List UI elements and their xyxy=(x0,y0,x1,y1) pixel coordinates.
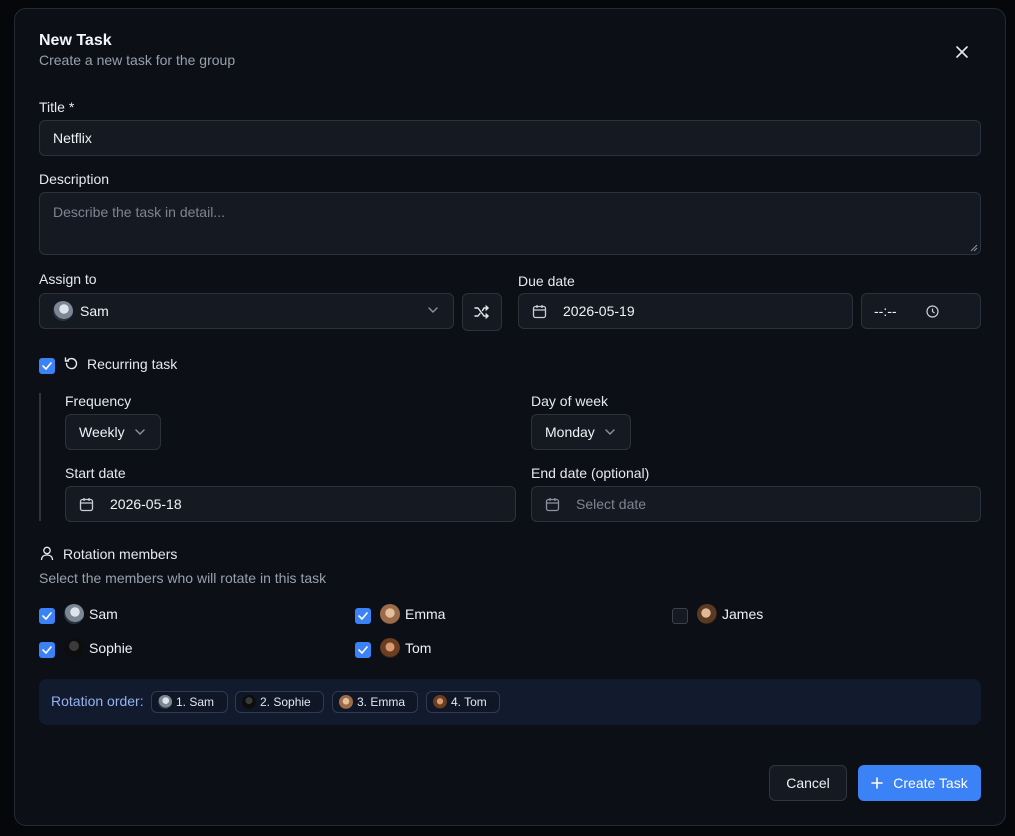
frequency-label: Frequency xyxy=(65,393,132,409)
shuffle-button[interactable] xyxy=(462,293,502,331)
shuffle-icon xyxy=(474,305,489,319)
plus-icon xyxy=(871,777,884,789)
calendar-icon xyxy=(79,498,94,512)
create-task-label: Create Task xyxy=(893,775,968,791)
user-icon xyxy=(40,546,54,561)
close-icon xyxy=(956,46,968,58)
avatar xyxy=(380,638,400,658)
rotation-chip-label: 3. Emma xyxy=(357,695,406,709)
avatar xyxy=(339,695,353,709)
chevron-down-icon xyxy=(428,307,438,313)
rotation-chip-label: 4. Tom xyxy=(451,695,487,709)
rotation-heading: Rotation members xyxy=(63,546,178,562)
rotation-order-bar: Rotation order: 1. Sam 2. Sophie 3. Emma… xyxy=(39,679,981,725)
assignee-avatar xyxy=(53,301,73,321)
description-placeholder: Describe the task in detail... xyxy=(53,204,225,220)
start-date-picker[interactable]: 2026-05-18 xyxy=(65,486,516,522)
day-of-week-select[interactable]: Monday xyxy=(531,414,631,450)
chevron-down-icon xyxy=(605,429,615,435)
avatar xyxy=(158,695,172,709)
avatar xyxy=(64,638,84,658)
title-label: Title * xyxy=(39,99,75,115)
assign-value: Sam xyxy=(80,303,109,319)
description-textarea[interactable]: Describe the task in detail... xyxy=(39,192,981,255)
member-name-sophie: Sophie xyxy=(89,640,133,656)
start-date-label: Start date xyxy=(65,465,126,481)
rotation-chip: 4. Tom xyxy=(426,691,500,713)
assign-label: Assign to xyxy=(39,271,97,287)
day-of-week-value: Monday xyxy=(545,424,595,440)
check-icon xyxy=(42,612,52,620)
check-icon xyxy=(42,646,52,654)
member-checkbox-emma[interactable] xyxy=(355,608,371,624)
assign-select[interactable]: Sam xyxy=(39,293,454,329)
member-name-sam: Sam xyxy=(89,606,118,622)
due-label: Due date xyxy=(518,273,575,289)
title-input-value: Netflix xyxy=(53,130,92,146)
due-date-value: 2026-05-19 xyxy=(563,303,635,319)
recurring-checkbox[interactable] xyxy=(39,358,55,374)
rotation-order-label: Rotation order: xyxy=(51,693,144,709)
end-date-picker[interactable]: Select date xyxy=(531,486,981,522)
frequency-value: Weekly xyxy=(79,424,125,440)
due-time-input[interactable]: --:-- xyxy=(861,293,981,329)
cancel-button[interactable]: Cancel xyxy=(769,765,847,801)
recurring-section-divider xyxy=(39,393,41,521)
rotation-chip-label: 2. Sophie xyxy=(260,695,311,709)
recurring-label: Recurring task xyxy=(87,356,178,372)
avatar xyxy=(242,695,256,709)
check-icon xyxy=(358,612,368,620)
due-time-value: --:-- xyxy=(874,303,897,319)
member-checkbox-tom[interactable] xyxy=(355,642,371,658)
check-icon xyxy=(42,362,52,370)
create-task-button[interactable]: Create Task xyxy=(858,765,981,801)
chevron-down-icon xyxy=(135,429,145,435)
rotation-chip-label: 1. Sam xyxy=(176,695,215,709)
day-of-week-label: Day of week xyxy=(531,393,609,409)
dialog-title: New Task xyxy=(39,32,112,49)
clock-icon xyxy=(926,305,939,318)
member-checkbox-sam[interactable] xyxy=(39,608,55,624)
rotation-chip: 2. Sophie xyxy=(235,691,324,713)
repeat-icon xyxy=(64,357,78,370)
title-input[interactable]: Netflix xyxy=(39,120,981,156)
avatar xyxy=(433,695,447,709)
rotation-hint: Select the members who will rotate in th… xyxy=(39,570,327,586)
start-date-value: 2026-05-18 xyxy=(110,496,182,512)
member-checkbox-james[interactable] xyxy=(672,608,688,624)
avatar xyxy=(697,604,717,624)
resize-handle-icon[interactable] xyxy=(970,244,978,252)
frequency-select[interactable]: Weekly xyxy=(65,414,161,450)
end-date-placeholder: Select date xyxy=(576,496,647,512)
due-date-picker[interactable]: 2026-05-19 xyxy=(518,293,853,329)
check-icon xyxy=(358,646,368,654)
dialog-subtitle: Create a new task for the group xyxy=(39,52,236,68)
avatar xyxy=(64,604,84,624)
member-checkbox-sophie[interactable] xyxy=(39,642,55,658)
new-task-dialog: New Task Create a new task for the group… xyxy=(14,8,1006,826)
calendar-icon xyxy=(545,498,560,512)
rotation-chip: 1. Sam xyxy=(151,691,228,713)
avatar xyxy=(380,604,400,624)
member-name-james: James xyxy=(722,606,764,622)
description-label: Description xyxy=(39,171,110,187)
end-date-label: End date (optional) xyxy=(531,465,650,481)
rotation-chip: 3. Emma xyxy=(332,691,418,713)
member-name-tom: Tom xyxy=(405,640,432,656)
member-name-emma: Emma xyxy=(405,606,446,622)
close-button[interactable] xyxy=(951,41,973,63)
calendar-icon xyxy=(532,305,547,319)
